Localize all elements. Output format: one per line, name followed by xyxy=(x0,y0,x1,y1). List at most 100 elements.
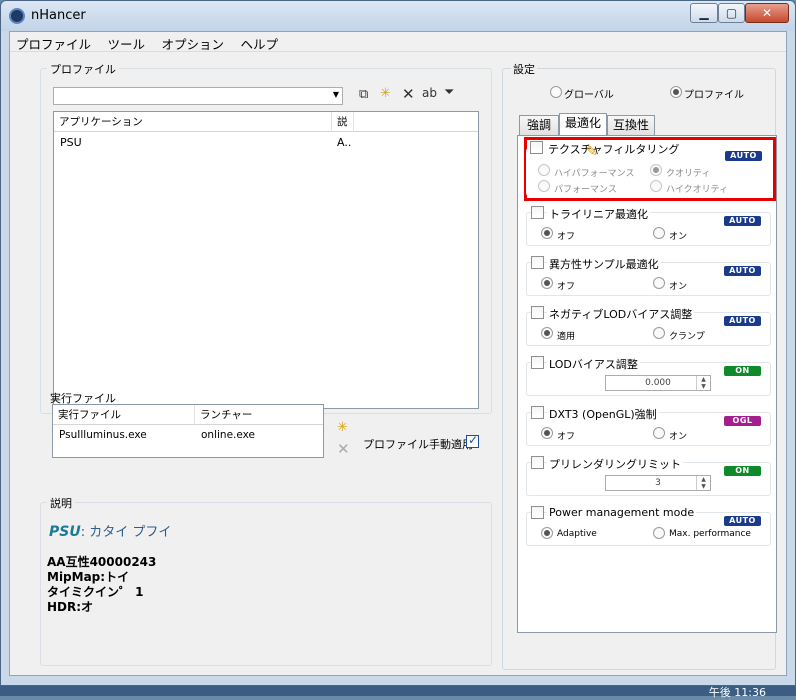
option-dxt3: DXT3 (OpenGL)強制 OGL オフ オン xyxy=(526,406,771,446)
power-adaptive-radio[interactable] xyxy=(541,527,553,539)
close-button[interactable]: ✕ xyxy=(745,3,789,23)
title-bar[interactable]: nHancer ▁ ▢ ✕ xyxy=(1,1,795,31)
trilinear-title: トライリニア最適化 xyxy=(547,206,650,222)
tab-optimize[interactable]: 最適化 xyxy=(559,113,607,135)
high-quality-label: ハイクオリティ xyxy=(666,185,729,195)
option-texture-filtering: テクスチャフィルタリング AUTO ハイパフォーマンス クオリティ パフォーマン… xyxy=(526,141,771,196)
aniso-off-radio[interactable] xyxy=(541,277,553,289)
profile-combo[interactable]: ▼ xyxy=(53,87,343,105)
power-management-checkbox[interactable] xyxy=(531,506,544,519)
dxt3-off-radio[interactable] xyxy=(541,427,553,439)
scope-profile-radio[interactable] xyxy=(670,86,682,98)
spinner-arrows-icon[interactable]: ▲ ▼ xyxy=(696,476,710,490)
profile-cell-app: PSU xyxy=(60,136,82,149)
menu-tools[interactable]: ツール xyxy=(102,32,153,53)
auto-badge: AUTO xyxy=(724,516,761,526)
filter-icon[interactable]: ⏷ xyxy=(444,85,454,100)
menu-options[interactable]: オプション xyxy=(156,32,232,53)
manual-apply-label: プロファイル手動適用 xyxy=(363,438,473,451)
tab-compat[interactable]: 互換性 xyxy=(607,115,655,135)
chevron-down-icon[interactable]: ▼ xyxy=(333,90,339,99)
auto-badge: AUTO xyxy=(724,266,761,276)
dxt3-off-label: オフ xyxy=(557,432,576,442)
prerender-checkbox[interactable] xyxy=(531,456,544,469)
column-launcher[interactable]: ランチャー xyxy=(195,405,323,425)
power-max-label: Max. performance xyxy=(669,529,751,539)
quality-radio[interactable] xyxy=(650,164,662,176)
power-management-title: Power management mode xyxy=(547,506,697,519)
profile-cell-desc: A.. xyxy=(337,136,352,149)
maximize-button[interactable]: ▢ xyxy=(718,3,745,23)
power-max-radio[interactable] xyxy=(653,527,665,539)
exec-list[interactable]: 実行ファイル ランチャー PsuIlluminus.exe online.exe xyxy=(52,404,324,458)
menu-profile[interactable]: プロファイル xyxy=(10,32,98,53)
on-badge: ON xyxy=(724,366,761,376)
menu-help[interactable]: ヘルプ xyxy=(235,32,286,53)
on-badge: ON xyxy=(724,466,761,476)
profile-group-label: プロファイル xyxy=(47,61,119,77)
lod-bias-value: 0.000 xyxy=(645,378,671,388)
aniso-off-label: オフ xyxy=(557,282,576,292)
profile-list[interactable]: アプリケーション 説 PSU A.. xyxy=(53,111,479,409)
auto-badge: AUTO xyxy=(724,316,761,326)
profile-group: プロファイル ▼ ⧉ ✳ ✕ ab ⏷ アプリケーション 説 PSU A.. xyxy=(40,61,492,414)
column-exec-file[interactable]: 実行ファイル xyxy=(53,405,195,425)
trilinear-on-label: オン xyxy=(669,232,688,242)
description-line: AA互性40000243 xyxy=(47,555,157,569)
taskbar-clock[interactable]: 午後 11:36 xyxy=(709,684,766,700)
dxt3-on-radio[interactable] xyxy=(653,427,665,439)
manual-apply-checkbox[interactable] xyxy=(466,433,479,448)
new-profile-icon[interactable]: ✳ xyxy=(380,86,391,101)
tab-enhance[interactable]: 強調 xyxy=(519,115,559,135)
prerender-spinner[interactable]: 3 ▲ ▼ xyxy=(605,475,711,491)
option-power-management: Power management mode AUTO Adaptive Max.… xyxy=(526,506,771,546)
trilinear-checkbox[interactable] xyxy=(531,206,544,219)
minimize-button[interactable]: ▁ xyxy=(690,3,718,23)
performance-radio[interactable] xyxy=(538,180,550,192)
dxt3-title: DXT3 (OpenGL)強制 xyxy=(547,406,659,422)
auto-badge: AUTO xyxy=(724,216,761,226)
column-description[interactable]: 説 xyxy=(332,112,354,132)
settings-group-label: 設定 xyxy=(511,61,537,77)
spinner-arrows-icon[interactable]: ▲ ▼ xyxy=(696,376,710,390)
aniso-sample-checkbox[interactable] xyxy=(531,256,544,269)
trilinear-off-radio[interactable] xyxy=(541,227,553,239)
rename-icon[interactable]: ab xyxy=(422,86,437,100)
dxt3-checkbox[interactable] xyxy=(531,406,544,419)
delete-icon[interactable]: ✕ xyxy=(402,85,415,103)
description-subtitle: : カタイ プフイ xyxy=(80,525,172,540)
remove-exec-icon[interactable]: ✕ xyxy=(337,440,350,458)
negative-lod-allow-label: 適用 xyxy=(557,332,576,342)
negative-lod-checkbox[interactable] xyxy=(531,306,544,319)
high-performance-radio[interactable] xyxy=(538,164,550,176)
trilinear-on-radio[interactable] xyxy=(653,227,665,239)
scope-global-radio[interactable] xyxy=(550,86,562,98)
texture-filtering-checkbox[interactable] xyxy=(530,141,543,154)
prerender-title: プリレンダリングリミット xyxy=(547,456,683,472)
aniso-on-radio[interactable] xyxy=(653,277,665,289)
negative-lod-clamp-radio[interactable] xyxy=(653,327,665,339)
lod-bias-checkbox[interactable] xyxy=(531,356,544,369)
add-exec-icon[interactable]: ✳ xyxy=(337,420,348,435)
description-group-label: 説明 xyxy=(47,495,75,511)
description-line: HDR:オ xyxy=(47,600,94,614)
aniso-sample-title: 異方性サンプル最適化 xyxy=(547,256,661,272)
taskbar: 午後 11:36 xyxy=(0,686,796,699)
description-name: PSU xyxy=(49,524,81,540)
option-trilinear: トライリニア最適化 AUTO オフ オン xyxy=(526,206,771,246)
description-line: タイミクイン゜ 1 xyxy=(47,585,144,599)
exec-cell-launcher: online.exe xyxy=(201,429,255,441)
high-quality-radio[interactable] xyxy=(650,180,662,192)
copy-icon[interactable]: ⧉ xyxy=(359,87,368,102)
column-application[interactable]: アプリケーション xyxy=(54,112,332,132)
window-title: nHancer xyxy=(31,8,86,23)
client-area: プロファイル ツール オプション ヘルプ プロファイル ▼ ⧉ ✳ ✕ ab ⏷… xyxy=(9,31,787,676)
description-group: 説明 PSU: カタイ プフイ AA互性40000243 MipMap:トイ タ… xyxy=(40,495,492,666)
aniso-on-label: オン xyxy=(669,282,688,292)
negative-lod-allow-radio[interactable] xyxy=(541,327,553,339)
settings-group: 設定 グローバル プロファイル 強調 最適化 互換性 テクスチャフィルタリング … xyxy=(502,61,777,670)
exec-group: 実行ファイル 実行ファイル ランチャー PsuIlluminus.exe onl… xyxy=(40,390,492,488)
profile-list-header: アプリケーション 説 xyxy=(54,112,478,132)
cursor-icon: ✎ xyxy=(586,144,598,160)
lod-bias-spinner[interactable]: 0.000 ▲ ▼ xyxy=(605,375,711,391)
